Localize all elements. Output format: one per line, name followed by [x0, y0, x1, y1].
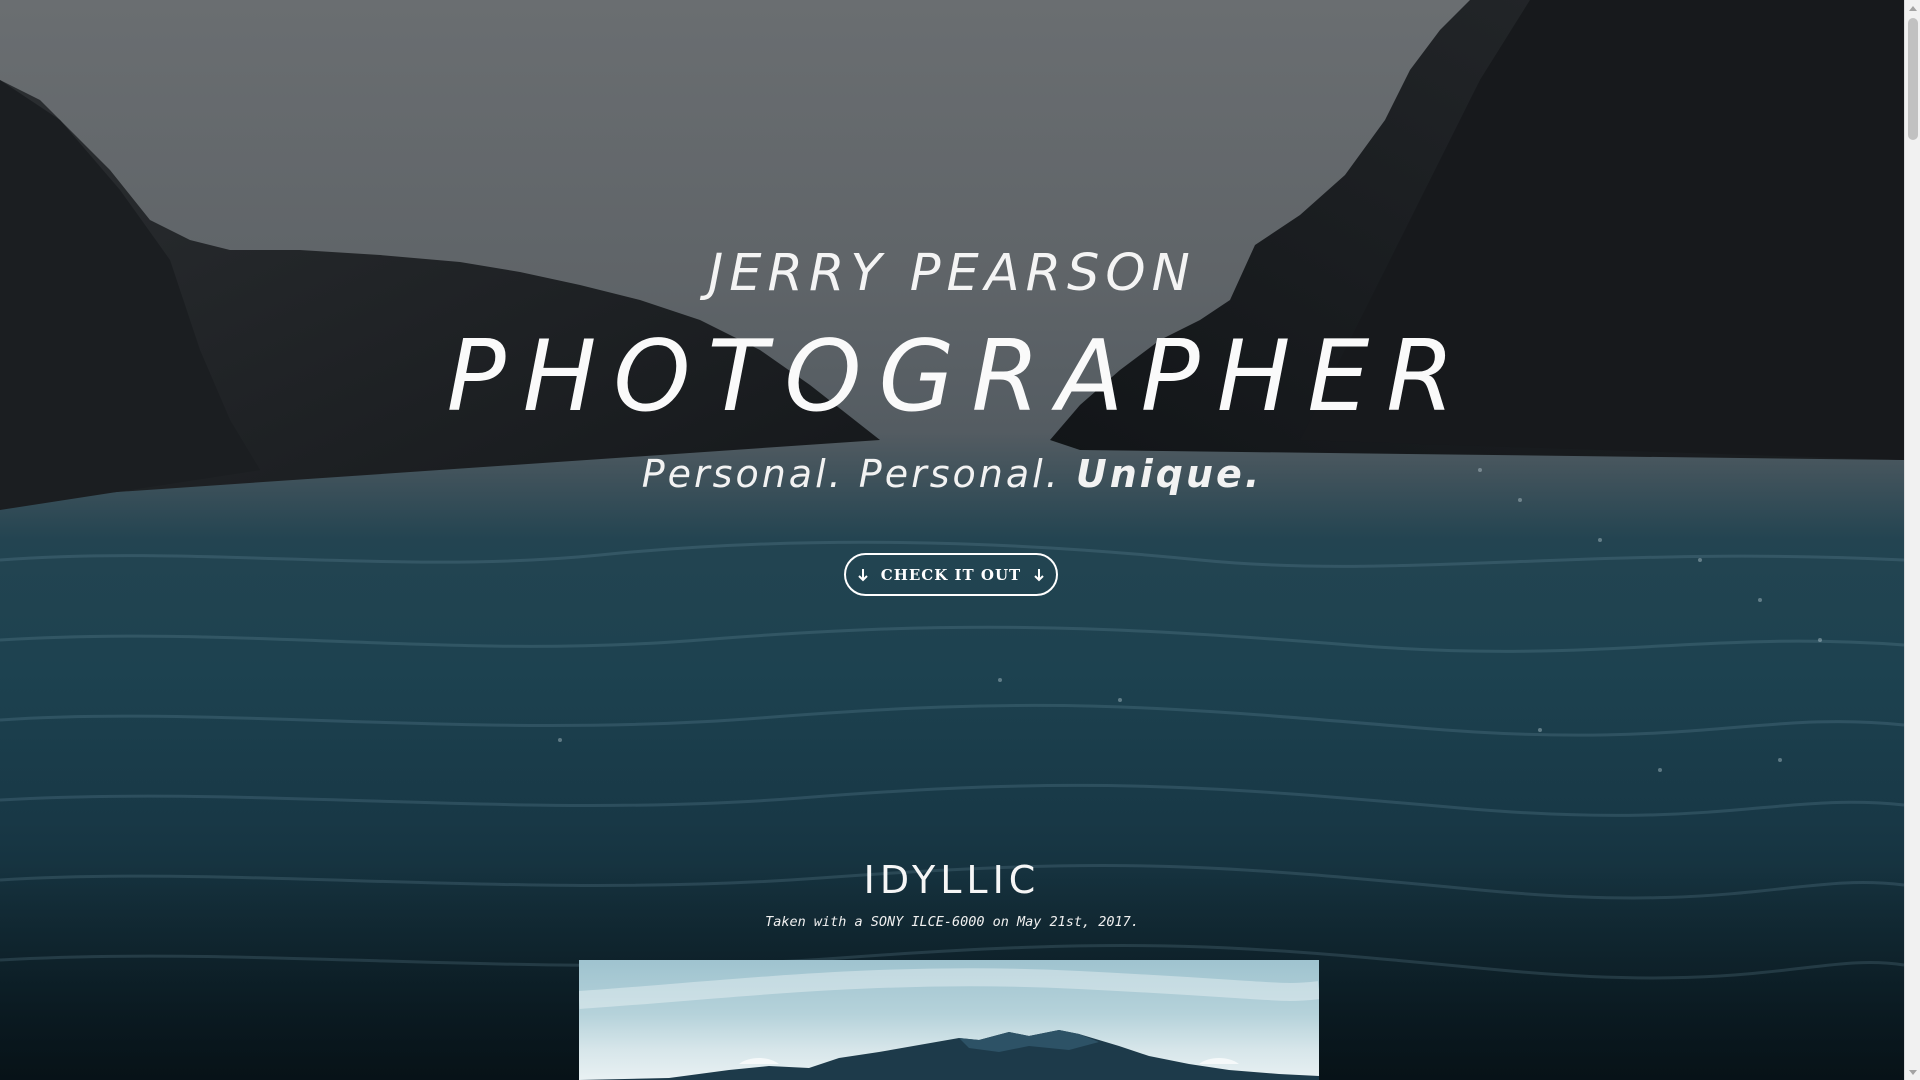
- scroll-down-button[interactable]: [1905, 1064, 1920, 1080]
- featured-photo[interactable]: [579, 960, 1319, 1080]
- scroll-up-button[interactable]: [1905, 0, 1920, 16]
- section-title: IDYLLIC: [863, 858, 1041, 902]
- arrow-down-icon: [1034, 568, 1044, 581]
- hero-title: PHOTOGRAPHER: [446, 320, 1472, 434]
- tagline-text: Personal. Personal.: [641, 452, 1061, 496]
- photographer-name: JERRY PEARSON: [708, 244, 1196, 303]
- hero-background: JERRY PEARSON PHOTOGRAPHER Personal. Per…: [0, 0, 1904, 1080]
- tagline-emphasis: Unique.: [1075, 452, 1263, 496]
- check-it-out-label: CHECK IT OUT: [880, 565, 1022, 584]
- mountain-photo: [579, 968, 1319, 1080]
- scrollbar-thumb[interactable]: [1908, 18, 1918, 140]
- photo-caption: Taken with a SONY ILCE-6000 on May 21st,…: [765, 914, 1139, 930]
- chevron-up-icon: [1909, 5, 1917, 11]
- chevron-down-icon: [1909, 1069, 1917, 1075]
- check-it-out-button[interactable]: CHECK IT OUT: [844, 553, 1058, 596]
- arrow-down-icon: [858, 568, 868, 581]
- vertical-scrollbar[interactable]: [1904, 0, 1920, 1080]
- tagline: Personal. Personal. Unique.: [0, 450, 1904, 498]
